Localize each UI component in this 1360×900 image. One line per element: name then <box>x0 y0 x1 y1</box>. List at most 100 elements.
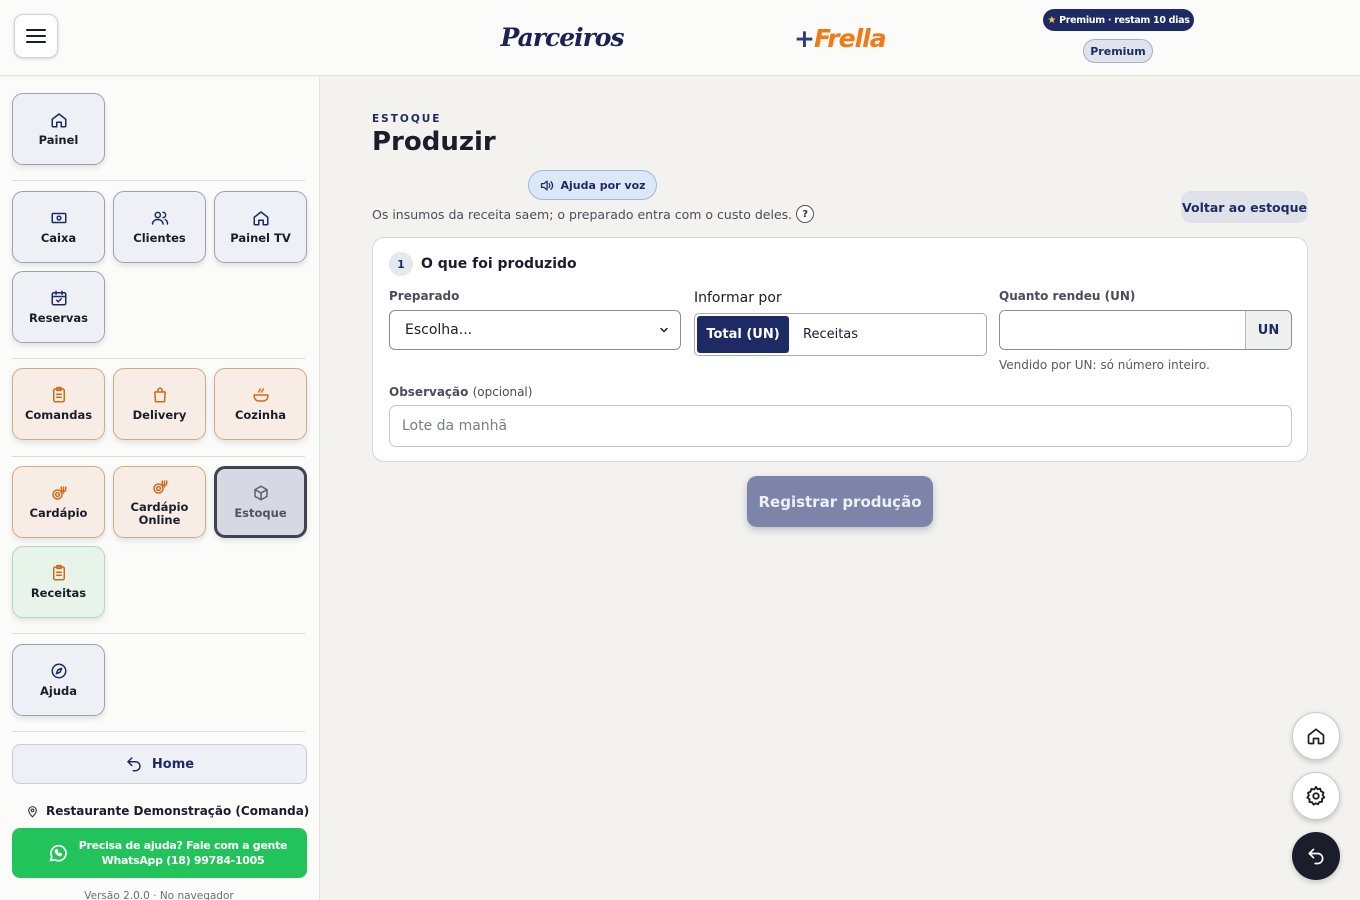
sidebar-item-delivery[interactable]: Delivery <box>113 368 206 440</box>
cash-icon <box>51 212 66 224</box>
speaker-icon <box>541 180 554 190</box>
observacao-label: Observação (opcional) <box>389 385 532 399</box>
observacao-input[interactable]: Lote da manhã <box>389 405 1292 447</box>
home-button[interactable]: Home <box>12 744 307 784</box>
floating-home-button[interactable] <box>1292 712 1340 760</box>
sidebar: Painel Caixa Clientes Painel TV Reservas… <box>0 77 320 900</box>
informar-por-label: Informar por <box>694 290 782 306</box>
quantidade-label: Quanto rendeu (UN) <box>999 289 1136 303</box>
help-question-icon[interactable]: ? <box>796 205 815 223</box>
quantidade-hint: Vendido por UN: só número inteiro. <box>999 358 1210 372</box>
restaurant-name: Restaurante Demonstração (Comanda) <box>26 804 309 818</box>
home-icon <box>51 113 66 128</box>
whatsapp-icon <box>49 844 67 862</box>
calendar-check-icon <box>51 290 66 306</box>
preparado-select[interactable]: Escolha... <box>389 310 681 350</box>
page-title: Produzir <box>372 127 496 157</box>
sidebar-divider <box>12 731 305 732</box>
version-text: Versão 2.0.0 · No navegador <box>84 890 234 900</box>
sidebar-item-label: Ajuda <box>39 684 78 698</box>
form-step-header: 1 O que foi produzido <box>389 252 577 276</box>
page-subtitle: Os insumos da receita saem; o preparado … <box>372 205 815 223</box>
parceiros-logo[interactable]: Parceiros <box>500 12 624 62</box>
premium-status-text: Premium · restam 10 dias <box>1059 14 1190 26</box>
sidebar-item-receitas[interactable]: Receitas <box>12 546 105 618</box>
premium-badge[interactable]: Premium <box>1083 39 1153 63</box>
sidebar-item-estoque[interactable]: Estoque <box>214 466 307 538</box>
home-icon <box>253 211 268 226</box>
chevron-down-icon <box>660 327 668 333</box>
box-icon <box>253 485 268 501</box>
star-icon: ★ <box>1047 14 1057 26</box>
home-icon <box>1307 728 1325 745</box>
frella-logo-plus: + <box>794 23 815 53</box>
cooking-pot-icon <box>253 388 268 402</box>
sidebar-item-caixa[interactable]: Caixa <box>12 191 105 263</box>
sidebar-item-label: Reservas <box>28 311 89 325</box>
sidebar-item-label: Cozinha <box>234 408 287 422</box>
undo-arrow-icon <box>127 757 141 772</box>
voice-help-label: Ajuda por voz <box>560 178 646 192</box>
sidebar-item-painel-tv[interactable]: Painel TV <box>214 191 307 263</box>
sidebar-divider <box>12 180 305 181</box>
sidebar-item-label: Cardápio <box>29 506 88 520</box>
sidebar-divider <box>12 456 305 457</box>
sidebar-item-cardapio[interactable]: Cardápio <box>12 466 105 538</box>
menu-dish-icon <box>152 479 167 494</box>
sidebar-item-cardapio-online[interactable]: Cardápio Online <box>113 466 206 538</box>
whatsapp-help-text: Precisa de ajuda? Fale com a gente Whats… <box>78 838 288 868</box>
preparado-select-value: Escolha... <box>405 322 473 338</box>
sidebar-item-ajuda[interactable]: Ajuda <box>12 644 105 716</box>
home-button-label: Home <box>151 756 195 772</box>
sidebar-item-label: Cardápio Online <box>130 499 189 527</box>
restaurant-name-text: Restaurante Demonstração (Comanda) <box>46 804 310 818</box>
sidebar-item-painel[interactable]: Painel <box>12 93 105 165</box>
compass-icon <box>51 663 66 679</box>
clipboard-icon <box>52 386 65 403</box>
quantidade-input[interactable] <box>1000 311 1245 349</box>
observacao-label-text: Observação <box>389 385 469 399</box>
sidebar-item-comandas[interactable]: Comandas <box>12 368 105 440</box>
observacao-optional: (opcional) <box>472 385 533 399</box>
step-title: O que foi produzido <box>421 256 577 272</box>
whatsapp-help-button[interactable]: Precisa de ajuda? Fale com a gente Whats… <box>12 828 307 878</box>
sidebar-item-label: Painel <box>38 133 79 147</box>
page-subtitle-text: Os insumos da receita saem; o preparado … <box>372 206 793 222</box>
section-eyebrow: ESTOQUE <box>372 113 442 125</box>
step-number-badge: 1 <box>389 252 413 276</box>
frella-logo-name: Frella <box>813 23 887 53</box>
back-to-stock-button[interactable]: Voltar ao estoque <box>1181 191 1308 223</box>
menu-dish-icon <box>51 486 66 500</box>
users-icon <box>151 211 168 225</box>
sidebar-divider <box>12 358 305 359</box>
floating-back-button[interactable] <box>1292 832 1340 880</box>
sidebar-item-label: Estoque <box>234 506 287 520</box>
sidebar-item-label: Receitas <box>30 586 87 600</box>
whatsapp-line-1: Precisa de ajuda? Fale com a gente <box>78 839 288 852</box>
frella-logo[interactable]: + Frella <box>794 20 887 56</box>
quantidade-unit: UN <box>1245 311 1291 349</box>
map-pin-icon <box>28 805 37 818</box>
sidebar-item-reservas[interactable]: Reservas <box>12 271 105 343</box>
menu-button[interactable] <box>14 14 58 58</box>
sidebar-item-cozinha[interactable]: Cozinha <box>214 368 307 440</box>
voice-help-button[interactable]: Ajuda por voz <box>528 170 657 200</box>
sidebar-item-label: Painel TV <box>230 231 291 245</box>
sidebar-divider <box>12 633 305 634</box>
quantidade-field: UN <box>999 310 1292 350</box>
option-total-un[interactable]: Total (UN) <box>697 316 789 353</box>
sidebar-item-label: Clientes <box>133 231 186 245</box>
whatsapp-line-2: WhatsApp (18) 99784-1005 <box>101 854 265 867</box>
app-header: Parceiros + Frella ★ Premium · restam 10 … <box>0 0 1360 76</box>
sidebar-item-clientes[interactable]: Clientes <box>113 191 206 263</box>
sidebar-item-label: Comandas <box>24 408 93 422</box>
sidebar-item-label: Delivery <box>132 408 187 422</box>
hamburger-icon <box>26 29 46 43</box>
sidebar-item-label: Caixa <box>40 231 77 245</box>
option-receitas[interactable]: Receitas <box>789 314 986 355</box>
premium-status-banner[interactable]: ★ Premium · restam 10 dias <box>1043 9 1194 31</box>
register-production-button[interactable]: Registrar produção <box>747 476 933 527</box>
bag-icon <box>153 387 166 403</box>
gear-icon <box>1306 785 1326 806</box>
floating-settings-button[interactable] <box>1292 772 1340 820</box>
